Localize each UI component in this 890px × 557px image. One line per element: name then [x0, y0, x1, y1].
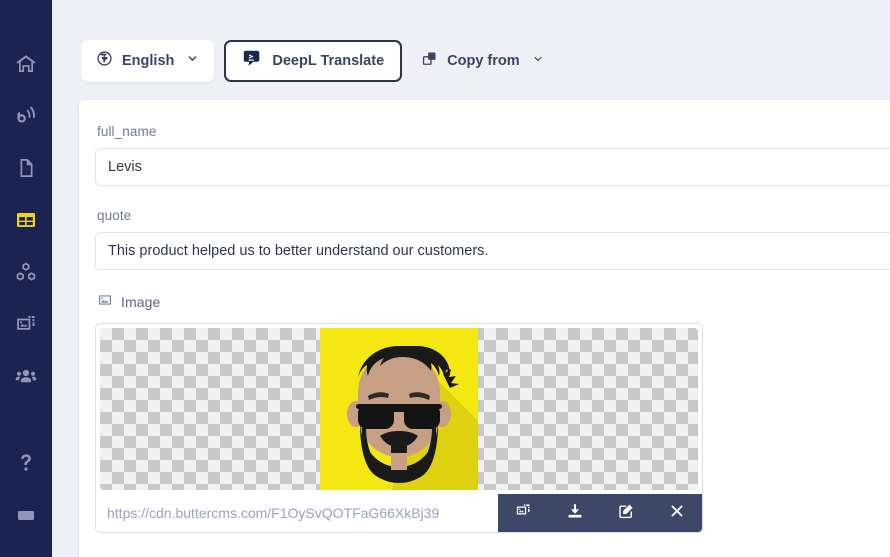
entry-form-card: full_name Levis quote This product helpe… — [79, 100, 890, 557]
sidebar-item-media[interactable] — [0, 298, 52, 350]
image-url-text[interactable]: https://cdn.buttercms.com/F1OySvQOTFaG66… — [96, 494, 498, 532]
copy-icon — [421, 50, 438, 71]
edit-pencil-icon — [617, 502, 635, 525]
field-label-full-name: full_name — [97, 124, 157, 139]
image-url-bar: https://cdn.buttercms.com/F1OySvQOTFaG66… — [96, 494, 702, 532]
deepl-translate-button[interactable]: DeepL Translate — [224, 39, 403, 82]
sidebar-item-help[interactable] — [0, 437, 52, 489]
sidebar-item-docs[interactable] — [0, 489, 52, 541]
image-preview-area[interactable] — [100, 328, 698, 490]
media-images-icon — [14, 312, 38, 336]
book-icon — [14, 503, 38, 527]
blocks-icon — [14, 260, 38, 284]
home-icon — [14, 52, 38, 76]
editor-toolbar: English DeepL Translate Copy from — [52, 0, 890, 88]
download-icon — [566, 502, 584, 525]
field-spacer — [95, 278, 890, 292]
sidebar — [0, 0, 52, 557]
chevron-down-icon — [186, 52, 199, 69]
field-full-name: full_name Levis — [95, 124, 890, 186]
question-mark-icon — [14, 451, 38, 475]
globe-icon — [96, 50, 113, 71]
broadcast-icon — [14, 104, 38, 128]
users-icon — [14, 364, 38, 388]
field-label-quote: quote — [97, 208, 132, 223]
full-name-input[interactable]: Levis — [95, 148, 890, 186]
language-selector-label: English — [122, 52, 175, 69]
sidebar-item-blog[interactable] — [0, 90, 52, 142]
field-label-image: Image — [121, 293, 161, 310]
gallery-icon — [515, 502, 532, 524]
sidebar-item-collections[interactable] — [0, 194, 52, 246]
app-root: English DeepL Translate Copy from full_n… — [0, 0, 890, 557]
copy-from-label: Copy from — [447, 52, 520, 69]
language-selector-button[interactable]: English — [81, 39, 215, 82]
image-icon — [97, 292, 113, 311]
close-x-icon — [668, 502, 686, 525]
field-spacer — [95, 194, 890, 208]
deepl-translate-label: DeepL Translate — [272, 52, 385, 69]
field-image: Image https://cdn.buttercms.com/F1OySvQO… — [95, 292, 890, 533]
edit-button[interactable] — [601, 494, 651, 532]
image-action-bar — [498, 494, 702, 532]
field-quote: quote This product helped us to better u… — [95, 208, 890, 270]
quote-input[interactable]: This product helped us to better underst… — [95, 232, 890, 270]
sidebar-item-pages[interactable] — [0, 142, 52, 194]
main-content: English DeepL Translate Copy from full_n… — [52, 0, 890, 557]
sidebar-item-components[interactable] — [0, 246, 52, 298]
sidebar-item-team[interactable] — [0, 350, 52, 402]
avatar-image — [320, 328, 478, 490]
sidebar-item-home[interactable] — [0, 38, 52, 90]
image-upload-widget: https://cdn.buttercms.com/F1OySvQOTFaG66… — [95, 323, 703, 533]
download-button[interactable] — [550, 494, 600, 532]
chevron-down-icon — [532, 53, 544, 69]
table-grid-icon — [14, 208, 38, 232]
copy-from-button[interactable]: Copy from — [412, 40, 553, 82]
remove-button[interactable] — [652, 494, 702, 532]
gallery-button[interactable] — [499, 494, 549, 532]
page-icon — [14, 156, 38, 180]
deepl-logo-icon — [242, 48, 263, 73]
field-label-image-row: Image — [95, 292, 890, 323]
